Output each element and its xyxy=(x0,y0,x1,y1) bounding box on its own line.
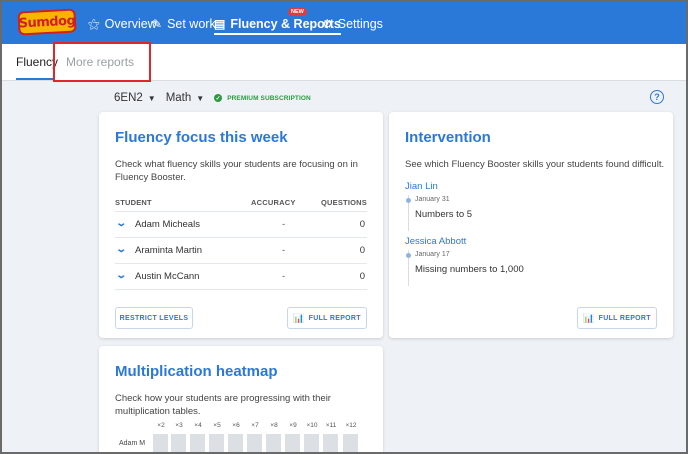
intervention-date: January 31 xyxy=(415,196,450,203)
heatmap-column-header: ×4 xyxy=(194,422,202,429)
full-report-button[interactable]: 📊 FULL REPORT xyxy=(287,307,367,329)
col-questions: QUESTIONS xyxy=(321,198,367,207)
help-icon[interactable]: ? xyxy=(650,90,664,104)
table-row[interactable]: ⌄ Adam Micheals - 0 xyxy=(115,212,367,238)
heatmap-column-header: ×11 xyxy=(325,422,337,429)
top-nav: Sumdog ⚝ Overview ✎ Set work ▤ Fluency &… xyxy=(2,2,686,44)
chevron-down-icon[interactable]: ⌄ xyxy=(115,244,127,255)
student-name: Araminta Martin xyxy=(135,245,203,256)
student-questions: 0 xyxy=(359,271,365,282)
timeline-dot xyxy=(406,253,411,258)
intervention-title: Intervention xyxy=(405,129,491,146)
student-name: Adam Micheals xyxy=(135,219,200,230)
premium-label: PREMIUM SUBSCRIPTION xyxy=(227,94,311,102)
heatmap-cell[interactable] xyxy=(304,434,320,452)
nav-set-work-label: Set work xyxy=(167,17,216,31)
intervention-student[interactable]: Jian Lin xyxy=(405,181,438,192)
fluency-focus-card: Fluency focus this week Check what fluen… xyxy=(99,112,383,338)
heatmap-cell[interactable] xyxy=(343,434,359,452)
heatmap-cell[interactable] xyxy=(190,434,206,452)
heatmap-description: Check how your students are progressing … xyxy=(115,393,331,417)
heatmap-column-header: ×3 xyxy=(175,422,183,429)
restrict-levels-button[interactable]: RESTRICT LEVELS xyxy=(115,307,193,329)
intervention-date: January 17 xyxy=(415,251,450,258)
pencil-icon: ✎ xyxy=(152,17,163,31)
heatmap-cell[interactable] xyxy=(153,434,169,452)
heatmap-cell[interactable] xyxy=(266,434,282,452)
full-report-label: FULL REPORT xyxy=(308,314,361,322)
heatmap-cell[interactable] xyxy=(228,434,244,452)
intervention-card: Intervention See which Fluency Booster s… xyxy=(389,112,673,338)
restrict-levels-label: RESTRICT LEVELS xyxy=(119,314,189,322)
bar-chart-icon: 📊 xyxy=(293,312,305,323)
heatmap-title: Multiplication heatmap xyxy=(115,363,278,380)
intervention-task: Numbers to 5 xyxy=(415,209,473,220)
fluency-title: Fluency focus this week xyxy=(115,129,288,146)
heatmap-column-header: ×9 xyxy=(289,422,297,429)
check-icon: ✓ xyxy=(214,94,223,102)
heatmap-cell[interactable] xyxy=(247,434,263,452)
intervention-description: See which Fluency Booster skills your st… xyxy=(405,159,665,170)
student-accuracy: - xyxy=(282,219,286,230)
student-questions: 0 xyxy=(359,219,365,230)
heatmap-column-header: ×10 xyxy=(306,422,318,429)
col-student: STUDENT xyxy=(115,198,152,207)
active-tab-indicator xyxy=(16,78,54,80)
heatmap-column-header: ×8 xyxy=(270,422,278,429)
subject-selector[interactable]: Math xyxy=(166,92,192,104)
group-icon: ⚝ xyxy=(88,16,100,31)
heatmap-column-header: ×7 xyxy=(251,422,259,429)
nav-set-work[interactable]: ✎ Set work xyxy=(152,15,216,33)
intervention-student[interactable]: Jessica Abbott xyxy=(405,236,466,247)
gears-icon: ⚙ xyxy=(322,17,333,31)
student-accuracy: - xyxy=(282,271,286,282)
timeline-dot xyxy=(406,198,411,203)
fluency-description: Check what fluency skills your students … xyxy=(115,159,358,183)
sumdog-logo[interactable]: Sumdog xyxy=(17,8,77,36)
bar-chart-icon: 📊 xyxy=(583,312,595,323)
new-badge: NEW xyxy=(288,8,307,16)
col-accuracy: ACCURACY xyxy=(251,198,296,207)
nav-overview[interactable]: ⚝ Overview xyxy=(88,15,157,33)
table-row[interactable]: ⌄ Austin McCann - 0 xyxy=(115,264,367,290)
premium-badge: ✓ PREMIUM SUBSCRIPTION xyxy=(214,94,311,102)
nav-settings-label: Settings xyxy=(337,17,383,31)
heatmap-column-header: ×5 xyxy=(213,422,221,429)
intervention-task: Missing numbers to 1,000 xyxy=(415,264,524,275)
student-questions: 0 xyxy=(359,245,365,256)
heatmap-cell[interactable] xyxy=(285,434,301,452)
nav-overview-label: Overview xyxy=(104,17,157,31)
caret-down-icon[interactable]: ▼ xyxy=(196,94,204,103)
heatmap-column-header: ×6 xyxy=(232,422,240,429)
heatmap-cell[interactable] xyxy=(171,434,187,452)
heatmap-cell[interactable] xyxy=(209,434,225,452)
heatmap-cell[interactable] xyxy=(323,434,339,452)
class-selector[interactable]: 6EN2 xyxy=(114,92,143,104)
chart-icon: ▤ xyxy=(214,16,226,31)
heatmap-column-header: ×2 xyxy=(157,422,165,429)
full-report-button[interactable]: 📊 FULL REPORT xyxy=(577,307,657,329)
caret-down-icon[interactable]: ▼ xyxy=(148,94,156,103)
heatmap-row-label: Adam M xyxy=(119,440,146,447)
class-bar: 6EN2 ▼ Math ▼ ✓ PREMIUM SUBSCRIPTION xyxy=(114,90,311,106)
multiplication-heatmap-card: Multiplication heatmap Check how your st… xyxy=(99,346,383,452)
nav-settings[interactable]: ⚙ Settings xyxy=(322,15,383,33)
heatmap-column-header: ×12 xyxy=(345,422,357,429)
app-frame: Sumdog ⚝ Overview ✎ Set work ▤ Fluency &… xyxy=(0,0,688,454)
full-report-label: FULL REPORT xyxy=(598,314,651,322)
tab-fluency[interactable]: Fluency xyxy=(16,55,58,69)
student-accuracy: - xyxy=(282,245,286,256)
chevron-down-icon[interactable]: ⌄ xyxy=(115,270,127,281)
chevron-down-icon[interactable]: ⌄ xyxy=(115,218,127,229)
student-name: Austin McCann xyxy=(135,271,200,282)
table-row[interactable]: ⌄ Araminta Martin - 0 xyxy=(115,238,367,264)
highlight-box xyxy=(53,42,151,82)
